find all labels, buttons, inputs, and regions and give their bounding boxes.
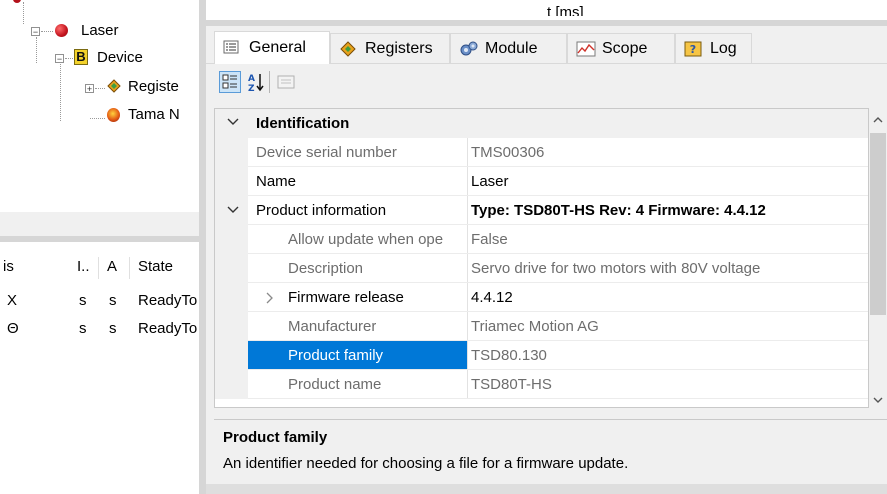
scroll-down-icon[interactable] (872, 392, 884, 409)
property-row-manufacturer[interactable]: Manufacturer Triamec Motion AG (215, 312, 868, 341)
tab-general[interactable]: General (214, 31, 330, 64)
property-name: Product information (256, 202, 387, 219)
property-name: Device serial number (256, 144, 397, 161)
chevron-right-icon[interactable] (265, 291, 275, 309)
property-help-panel: Product family An identifier needed for … (214, 419, 887, 480)
svg-text:A: A (248, 74, 255, 84)
axes-row-x-i: s (79, 292, 87, 309)
axes-header-state[interactable]: State (138, 258, 173, 275)
property-value: Type: TSD80T-HS Rev: 4 Firmware: 4.4.12 (471, 202, 766, 219)
property-value: TSD80.130 (471, 347, 547, 364)
list-icon (223, 40, 241, 56)
registers-expand-toggle[interactable]: + (85, 84, 94, 94)
chevron-down-icon[interactable] (227, 203, 239, 221)
axes-row-theta-a: s (109, 320, 117, 337)
category-label: Identification (256, 115, 350, 132)
vertical-splitter[interactable] (199, 0, 206, 494)
tree-node-tama[interactable]: Tama N (128, 106, 180, 123)
property-name: Firmware release (288, 289, 404, 306)
tab-registers[interactable]: Registers (330, 33, 450, 63)
property-row-product-name[interactable]: Product name TSD80T-HS (215, 370, 868, 399)
device-collapse-toggle[interactable]: − (55, 54, 64, 64)
tree-node-laser[interactable]: Laser (81, 22, 119, 39)
tab-general-label: General (249, 39, 306, 56)
tab-module[interactable]: Module (450, 33, 567, 63)
property-name: Name (256, 173, 297, 190)
property-pages-icon (277, 75, 295, 89)
property-row-product-family[interactable]: Product family TSD80.130 (215, 341, 868, 370)
scope-icon (576, 41, 596, 57)
axes-header-axis[interactable]: is (3, 258, 14, 275)
property-value[interactable]: Laser (471, 167, 867, 196)
property-row-name[interactable]: Name Laser (215, 167, 868, 196)
axes-header-i[interactable]: I.. (77, 258, 90, 275)
property-row-allow-update[interactable]: Allow update when ope False (215, 225, 868, 254)
chevron-down-icon[interactable] (227, 115, 239, 132)
b-device-icon: B (74, 49, 88, 65)
tab-registers-label: Registers (365, 39, 433, 57)
alphabetical-sort-icon: AZ (248, 74, 264, 94)
axes-row-x-axis[interactable]: X (7, 292, 17, 309)
property-name: Description (288, 260, 364, 277)
axes-row-theta-i: s (79, 320, 87, 337)
tab-log-label: Log (710, 39, 737, 57)
axes-row-theta-axis[interactable]: Θ (7, 320, 19, 337)
property-name: Allow update when ope (288, 231, 444, 248)
axes-header-a[interactable]: A (107, 258, 117, 275)
laser-collapse-toggle[interactable]: − (31, 27, 40, 37)
tab-module-label: Module (485, 39, 538, 57)
property-name: Manufacturer (288, 318, 377, 335)
property-name: Product name (288, 376, 382, 393)
axes-grid: is I.. A State X s s ReadyTo Θ s s Ready… (0, 242, 199, 494)
property-value: Servo drive for two motors with 80V volt… (471, 260, 761, 277)
category-identification[interactable]: Identification (215, 109, 868, 138)
root-node-icon (13, 0, 21, 3)
help-text: An identifier needed for choosing a file… (223, 455, 629, 472)
property-value: TMS00306 (471, 144, 545, 161)
registers-icon (107, 79, 121, 93)
categorized-view-icon (222, 74, 237, 89)
scroll-up-icon[interactable] (872, 112, 884, 129)
property-row-firmware-release[interactable]: Firmware release 4.4.12 (215, 283, 868, 312)
axes-row-x-a: s (109, 292, 117, 309)
axes-row-theta-state: ReadyTo (138, 320, 198, 337)
tab-scope[interactable]: Scope (567, 33, 675, 63)
tree-node-registers[interactable]: Registe (128, 78, 179, 95)
help-title: Product family (223, 429, 328, 446)
property-value: 4.4.12 (471, 289, 513, 306)
property-pages-button[interactable] (275, 71, 297, 93)
categorized-view-button[interactable] (219, 71, 241, 93)
property-value: False (471, 231, 508, 248)
property-row-description[interactable]: Description Servo drive for two motors w… (215, 254, 868, 283)
tama-icon (107, 108, 120, 122)
tab-scope-label: Scope (602, 39, 648, 57)
alphabetical-sort-button[interactable]: AZ (245, 71, 267, 94)
svg-text:?: ? (690, 43, 696, 56)
property-row-product-information[interactable]: Product information Type: TSD80T-HS Rev:… (215, 196, 868, 225)
property-value: Triamec Motion AG (471, 318, 599, 335)
property-grid: Identification Device serial number TMS0… (214, 108, 869, 408)
property-name: Product family (288, 347, 384, 364)
bottom-splitter[interactable] (206, 484, 887, 494)
red-dot-icon (55, 24, 68, 37)
log-icon: ? (684, 41, 702, 57)
tab-log[interactable]: ? Log (675, 33, 752, 63)
property-row-device-serial-number[interactable]: Device serial number TMS00306 (215, 138, 868, 167)
svg-text:Z: Z (248, 84, 255, 93)
tree-hscrollbar[interactable] (0, 212, 199, 236)
tree-node-device[interactable]: Device (97, 49, 143, 66)
registers-icon (339, 40, 357, 57)
gears-icon (459, 41, 478, 57)
chart-axis-label: t [ms] (547, 4, 584, 16)
scrollbar-thumb[interactable] (870, 133, 886, 315)
property-value: TSD80T-HS (471, 376, 552, 393)
device-tree: − Laser − B Device + Registe Tama N › (0, 0, 199, 233)
axes-row-x-state: ReadyTo (138, 292, 198, 309)
